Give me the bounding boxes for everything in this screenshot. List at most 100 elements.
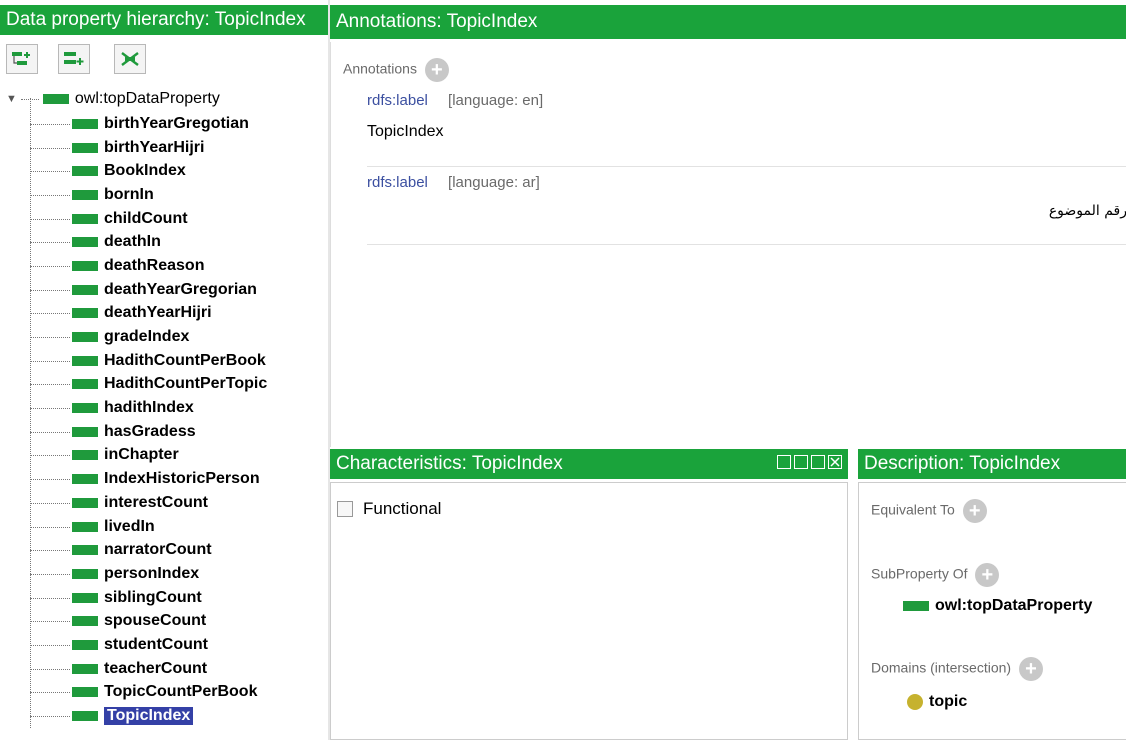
add-equivalent-icon[interactable]: +	[962, 499, 987, 523]
add-sibling-property-button[interactable]	[58, 44, 90, 74]
tree-item[interactable]: BookIndex	[0, 159, 328, 183]
tree-item-selected[interactable]: TopicIndex	[0, 704, 328, 728]
tree-item-label: interestCount	[104, 493, 208, 511]
data-property-icon	[72, 355, 98, 366]
tree-item-label: deathIn	[104, 233, 161, 251]
subproperty-of-label: SubProperty Of	[871, 565, 968, 582]
data-property-icon	[72, 166, 98, 177]
tree-item[interactable]: TopicCountPerBook	[0, 681, 328, 705]
tree-item-label: personIndex	[104, 564, 200, 582]
tree-item-label: narratorCount	[104, 541, 212, 559]
data-property-icon	[72, 332, 98, 343]
domain-value: topic	[929, 693, 968, 710]
tree-item[interactable]: bornIn	[0, 183, 328, 207]
subproperty-value: owl:topDataProperty	[935, 597, 1093, 614]
data-property-icon	[72, 474, 98, 485]
tree-item[interactable]: siblingCount	[0, 586, 328, 610]
data-property-icon	[72, 142, 98, 153]
add-subproperty-of-icon[interactable]: +	[975, 563, 1000, 587]
tree-item-label: TopicIndex	[104, 707, 194, 726]
tree-item[interactable]: gradeIndex	[0, 325, 328, 349]
tree-item[interactable]: narratorCount	[0, 538, 328, 562]
data-property-icon	[72, 450, 98, 461]
tree-item-label: BookIndex	[104, 162, 186, 180]
tree-item[interactable]: hasGradess	[0, 420, 328, 444]
tree-item[interactable]: birthYearGregotian	[0, 112, 328, 136]
tree-item[interactable]: hadithIndex	[0, 396, 328, 420]
tree-item-label: gradeIndex	[104, 328, 190, 346]
data-property-icon	[72, 687, 98, 698]
tree-item-label: deathYearGregorian	[104, 280, 257, 298]
tree-root-row[interactable]: ▼ owl:topDataProperty	[6, 88, 220, 110]
tree-item[interactable]: teacherCount	[0, 657, 328, 681]
functional-checkbox[interactable]	[337, 501, 353, 517]
data-property-icon	[72, 118, 98, 129]
tree-item[interactable]: deathIn	[0, 230, 328, 254]
data-property-icon	[72, 592, 98, 603]
domain-entry[interactable]: topic	[907, 693, 967, 711]
functional-option[interactable]: Functional	[337, 499, 441, 519]
tree-item[interactable]: interestCount	[0, 491, 328, 515]
tree-item[interactable]: deathYearGregorian	[0, 278, 328, 302]
data-property-icon	[72, 426, 98, 437]
maximize-icon[interactable]	[811, 455, 825, 469]
tree-root-label: owl:topDataProperty	[74, 90, 220, 107]
tree-item[interactable]: spouseCount	[0, 609, 328, 633]
subproperty-entry[interactable]: owl:topDataProperty	[903, 597, 1092, 615]
data-property-tree: ▼ owl:topDataProperty birthYearGregotian…	[0, 84, 328, 740]
add-domain-icon[interactable]: +	[1018, 657, 1043, 681]
tree-item[interactable]: studentCount	[0, 633, 328, 657]
data-property-icon	[72, 403, 98, 414]
tree-item-label: deathYearHijri	[104, 304, 212, 322]
description-header: Description: TopicIndex	[858, 449, 1126, 479]
tree-item[interactable]: livedIn	[0, 515, 328, 539]
split-horizontal-icon[interactable]	[794, 455, 808, 469]
add-subproperty-button[interactable]	[6, 44, 38, 74]
annotation-property[interactable]: rdfs:label	[367, 174, 428, 191]
annotation-entry[interactable]: rdfs:label [language: en] TopicIndex	[367, 92, 1126, 167]
data-property-hierarchy-title: Data property hierarchy: TopicIndex	[6, 9, 306, 30]
data-property-icon	[72, 545, 98, 556]
annotation-entry[interactable]: rdfs:label [language: ar] رقم الموضوع	[367, 174, 1126, 245]
tree-item-label: HadithCountPerTopic	[104, 375, 268, 393]
annotation-property[interactable]: rdfs:label	[367, 92, 428, 109]
tree-item[interactable]: deathReason	[0, 254, 328, 278]
tree-item[interactable]: IndexHistoricPerson	[0, 467, 328, 491]
annotation-value: رقم الموضوع	[1048, 203, 1126, 219]
tree-item[interactable]: deathYearHijri	[0, 302, 328, 326]
tree-item-label: hadithIndex	[104, 399, 194, 417]
collapse-triangle-icon[interactable]: ▼	[6, 93, 17, 105]
tree-item[interactable]: HadithCountPerBook	[0, 349, 328, 373]
close-icon[interactable]	[828, 455, 842, 469]
tree-item[interactable]: birthYearHijri	[0, 136, 328, 160]
data-property-icon	[72, 237, 98, 248]
add-sibling-property-icon	[64, 52, 84, 65]
add-annotation-icon[interactable]: +	[424, 58, 449, 82]
annotation-language: [language: ar]	[448, 174, 540, 191]
equivalent-to-label: Equivalent To	[871, 501, 955, 518]
delete-property-icon	[121, 52, 139, 66]
domains-label: Domains (intersection)	[871, 659, 1012, 676]
delete-property-button[interactable]	[114, 44, 146, 74]
tree-item-label: spouseCount	[104, 612, 207, 630]
tree-item-label: deathReason	[104, 256, 205, 274]
annotations-title: Annotations: TopicIndex	[336, 11, 538, 32]
data-property-icon	[72, 639, 98, 650]
tree-item[interactable]: inChapter	[0, 444, 328, 468]
tree-item[interactable]: childCount	[0, 207, 328, 231]
tree-item-label: hasGradess	[104, 422, 196, 440]
tree-item-label: IndexHistoricPerson	[104, 470, 260, 488]
split-vertical-icon[interactable]	[777, 455, 791, 469]
annotations-panel: Annotations + rdfs:label [language: en] …	[330, 42, 1126, 447]
tree-item-label: birthYearGregotian	[104, 114, 249, 132]
characteristics-header: Characteristics: TopicIndex	[330, 449, 848, 479]
annotation-value: TopicIndex	[367, 123, 444, 140]
data-property-icon	[72, 497, 98, 508]
tree-item-label: siblingCount	[104, 588, 202, 606]
tree-item[interactable]: HadithCountPerTopic	[0, 373, 328, 397]
characteristics-panel: Functional	[330, 482, 848, 740]
data-property-icon	[72, 260, 98, 271]
tree-item[interactable]: personIndex	[0, 562, 328, 586]
tree-item-label: TopicCountPerBook	[104, 683, 258, 701]
annotations-section-label: Annotations	[343, 60, 417, 77]
